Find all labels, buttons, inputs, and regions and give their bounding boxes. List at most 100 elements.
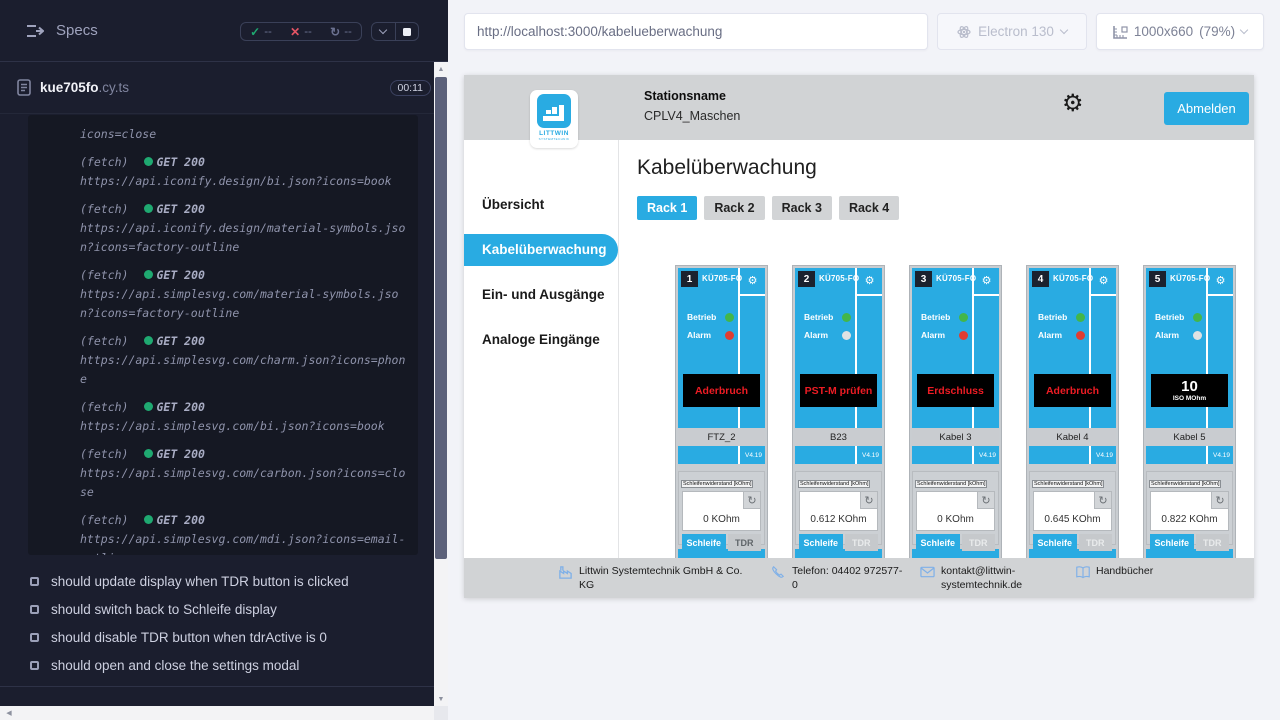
sidebar-item[interactable]: Übersicht [464, 189, 618, 221]
mode-buttons: Schleife TDR [1033, 534, 1112, 551]
url-input[interactable] [464, 13, 928, 50]
log-method: (fetch) [80, 334, 128, 348]
run-controls [371, 22, 419, 41]
led-panel: Betrieb Alarm [921, 308, 968, 344]
gear-icon: ⚙ [1099, 276, 1109, 287]
log-entry[interactable]: (fetch)GET 200 https://api.simplesvg.com… [80, 266, 406, 323]
test-list-item[interactable]: should update display when TDR button is… [0, 567, 448, 595]
device-display: 2 KÜ705-FO ⚙ Betrieb Alarm PST-M prüfen [795, 268, 882, 464]
status-dot-icon [144, 515, 153, 524]
scroll-left-icon[interactable]: ◀ [2, 706, 16, 720]
test-list-item[interactable]: should disable TDR button when tdrActive… [0, 623, 448, 651]
device-settings-button[interactable]: ⚙ [857, 268, 882, 296]
running-icon: ↻ [330, 25, 340, 39]
log-entry[interactable]: (fetch)GET 200 https://api.simplesvg.com… [80, 332, 406, 389]
device-settings-button[interactable]: ⚙ [1208, 268, 1233, 296]
log-url: icons=close [80, 125, 406, 144]
footer-email[interactable]: kontakt@littwin-systemtechnik.de [920, 564, 1041, 598]
footer-manuals[interactable]: Handbücher [1075, 564, 1153, 598]
log-url: https://api.simplesvg.com/carbon.json?ic… [80, 464, 406, 502]
refresh-button[interactable]: ↻ [860, 492, 877, 509]
resistance-panel: Schleifenwiderstand [kOhm] ↻ 0.612 KOhm … [795, 471, 882, 545]
stop-run-button[interactable] [395, 23, 419, 40]
collapse-all-button[interactable] [372, 23, 395, 40]
refresh-button[interactable]: ↻ [977, 492, 994, 509]
gear-icon: ⚙ [748, 276, 758, 287]
scroll-down-icon[interactable]: ▼ [434, 692, 448, 706]
status-text: Aderbruch [695, 385, 748, 397]
log-entry[interactable]: (fetch)GET 200 https://api.iconify.desig… [80, 200, 406, 257]
refresh-button[interactable]: ↻ [1094, 492, 1111, 509]
logo-text: LITTWIN [530, 130, 578, 137]
viewport-select[interactable]: 1000x660 (79%) [1096, 13, 1264, 50]
device-model: KÜ705-FO [1053, 274, 1093, 283]
sidebar-item[interactable]: Kabelüberwachung [464, 234, 618, 266]
log-entry[interactable]: (fetch)GET 200 https://api.simplesvg.com… [80, 398, 406, 436]
settings-gear-icon[interactable]: ⚙ [1062, 92, 1084, 116]
schleife-button[interactable]: Schleife [799, 534, 843, 551]
tdr-button[interactable]: TDR [962, 534, 995, 551]
scrollbar-thumb[interactable] [435, 77, 447, 559]
status-dot-icon [144, 157, 153, 166]
stop-icon [403, 28, 411, 36]
betrieb-label: Betrieb [921, 312, 955, 322]
littwin-logo: LITTWIN SYSTEMTECHNIK [530, 90, 578, 148]
log-status-code: GET 200 [156, 513, 204, 527]
tdr-button[interactable]: TDR [1196, 534, 1229, 551]
tdr-button[interactable]: TDR [728, 534, 761, 551]
status-value: 10 [1181, 379, 1198, 394]
schleife-button[interactable]: Schleife [1033, 534, 1077, 551]
sidebar-item[interactable]: Analoge Eingänge [464, 324, 618, 356]
reporter-horizontal-scrollbar[interactable]: ◀ [0, 706, 448, 720]
failed-count: -- [304, 26, 312, 38]
refresh-icon: ↻ [981, 494, 990, 507]
sidebar-item[interactable]: Ein- und Ausgänge [464, 279, 618, 311]
alarm-label: Alarm [1155, 330, 1189, 340]
log-entry[interactable]: (fetch)GET 200 https://api.iconify.desig… [80, 153, 406, 191]
firmware-version: V4.19 [979, 452, 996, 459]
tdr-button[interactable]: TDR [845, 534, 878, 551]
firmware-version: V4.19 [862, 452, 879, 459]
schleife-button[interactable]: Schleife [1150, 534, 1194, 551]
status-dot-icon [144, 204, 153, 213]
browser-select[interactable]: Electron 130 [937, 13, 1087, 50]
scrollbar-corner [434, 706, 448, 720]
log-entry[interactable]: icons=close [80, 125, 406, 144]
spec-file-row[interactable]: kue705fo .cy.ts 00:11 [0, 62, 448, 114]
logout-button[interactable]: Abmelden [1164, 92, 1249, 125]
log-method: (fetch) [80, 202, 128, 216]
command-log: icons=close (fetch)GET 200 https://api.i… [28, 115, 418, 555]
ruler-icon [1113, 25, 1128, 39]
test-list-item[interactable]: should switch back to Schleife display [0, 595, 448, 623]
device-model: KÜ705-FO [936, 274, 976, 283]
schleife-button[interactable]: Schleife [682, 534, 726, 551]
scroll-up-icon[interactable]: ▲ [434, 62, 448, 76]
refresh-icon: ↻ [747, 494, 756, 507]
log-url: https://api.simplesvg.com/bi.json?icons=… [80, 417, 406, 436]
resistance-label: Schleifenwiderstand [kOhm] [681, 480, 753, 488]
log-entry[interactable]: (fetch)GET 200 https://api.simplesvg.com… [80, 445, 406, 502]
log-entry[interactable]: (fetch)GET 200 https://api.simplesvg.com… [80, 511, 406, 555]
rack-tab[interactable]: Rack 4 [839, 196, 899, 220]
resistance-label: Schleifenwiderstand [kOhm] [1149, 480, 1221, 488]
device-settings-button[interactable]: ⚙ [740, 268, 765, 296]
refresh-button[interactable]: ↻ [1211, 492, 1228, 509]
viewport-zoom: (79%) [1199, 24, 1235, 39]
tdr-button[interactable]: TDR [1079, 534, 1112, 551]
collapse-sidebar-icon[interactable] [26, 24, 44, 38]
test-list-item[interactable]: should open and close the settings modal [0, 651, 448, 679]
refresh-button[interactable]: ↻ [743, 492, 760, 509]
test-pending-icon [30, 661, 39, 670]
led-panel: Betrieb Alarm [687, 308, 734, 344]
status-text: Aderbruch [1046, 385, 1099, 397]
device-settings-button[interactable]: ⚙ [1091, 268, 1116, 296]
rack-tab[interactable]: Rack 1 [637, 196, 697, 220]
refresh-icon: ↻ [1215, 494, 1224, 507]
cable-name: Kabel 4 [1029, 428, 1116, 446]
reporter-vertical-scrollbar[interactable]: ▲ ▼ [434, 62, 448, 706]
schleife-button[interactable]: Schleife [916, 534, 960, 551]
rack-tab[interactable]: Rack 2 [704, 196, 764, 220]
rack-tab[interactable]: Rack 3 [772, 196, 832, 220]
alarm-label: Alarm [1038, 330, 1072, 340]
device-settings-button[interactable]: ⚙ [974, 268, 999, 296]
